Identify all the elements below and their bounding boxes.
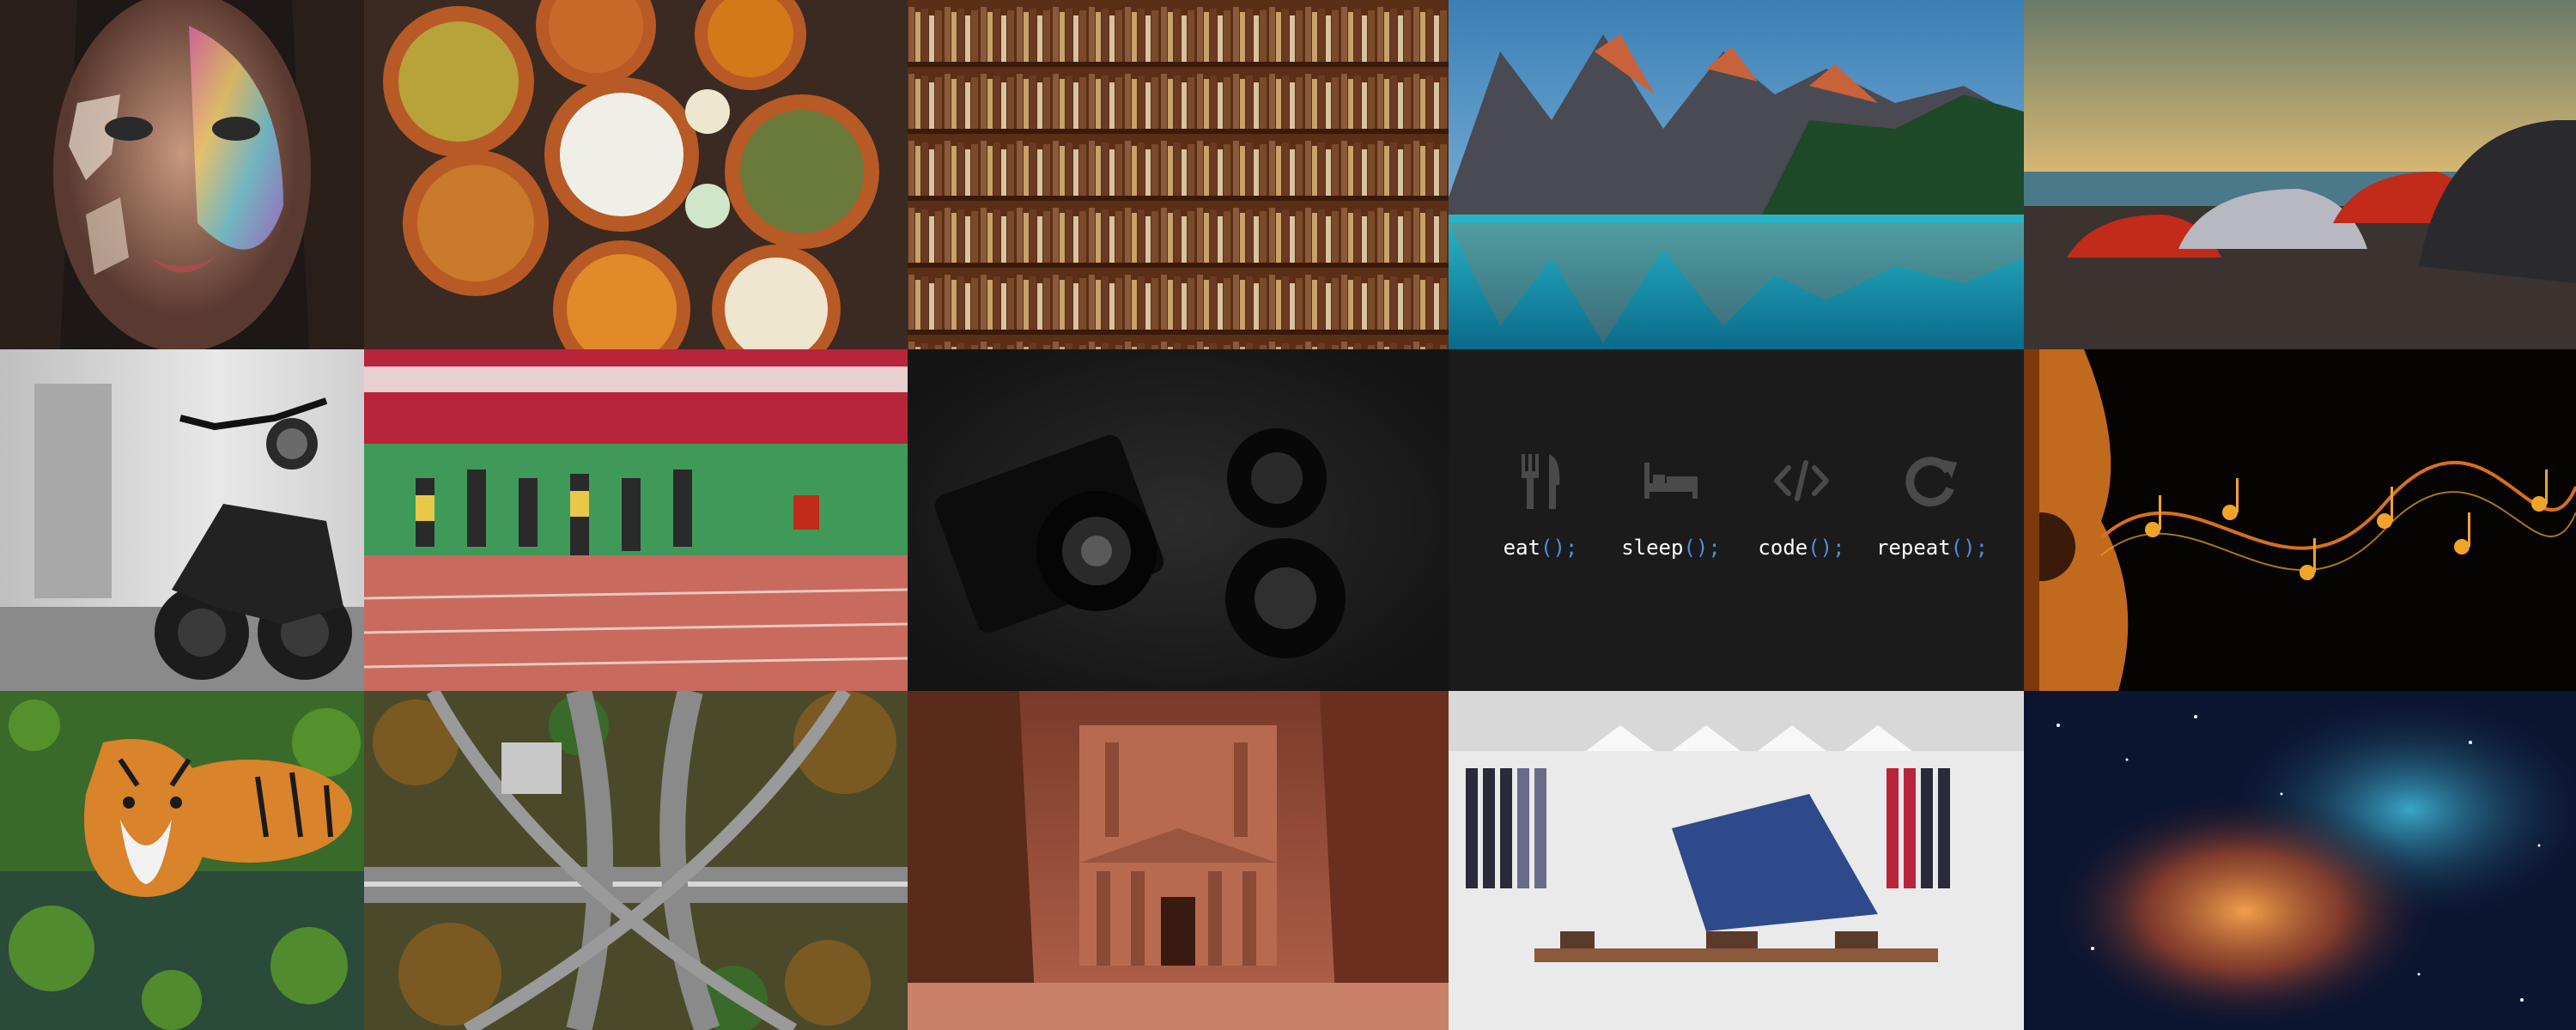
bed-icon [1641,439,1701,522]
highway-interchange-aerial-photo [364,691,908,1030]
motto-label-repeat: repeat [1875,536,1951,560]
motto-suffix-sleep: (); [1683,536,1721,560]
camera-lenses-photo [908,349,1449,691]
motto-item-repeat: repeat(); [1876,439,1988,628]
indian-food-bowls-photo [364,0,908,349]
petra-treasury-photo [908,691,1449,1030]
motto-label-sleep: sleep [1621,536,1684,560]
motto-suffix-repeat: (); [1950,536,1989,560]
motto-item-sleep: sleep(); [1621,439,1721,628]
motto-suffix-code: (); [1807,536,1845,560]
motto-row: eat(); sleep(); code(); repeat(); [1449,439,2024,628]
clothing-store-photo [1449,691,2024,1030]
bookshelf-photo [908,0,1449,349]
motto-item-code: code(); [1754,439,1849,628]
motto-label-eat: eat [1503,536,1540,560]
guitar-music-notes-photo [2024,349,2576,691]
fork-knife-icon [1510,439,1571,522]
sprinters-track-photo [364,349,908,691]
motorcycle-garage-photo [0,349,364,691]
tiger-water-photo [0,691,364,1030]
photo-collage: eat(); sleep(); code(); repeat(); [0,0,2576,1030]
code-brackets-icon [1771,439,1832,522]
motto-item-eat: eat(); [1493,439,1588,628]
mountain-lake-photo [1449,0,2024,349]
motto-suffix-eat: (); [1540,536,1578,560]
nebula-space-photo [2024,691,2576,1030]
repeat-icon [1902,439,1962,522]
motto-label-code: code [1758,536,1808,560]
supercars-sunset-photo [2024,0,2576,349]
code-motto-tile: eat(); sleep(); code(); repeat(); [1449,349,2024,691]
painted-face-photo [0,0,364,349]
